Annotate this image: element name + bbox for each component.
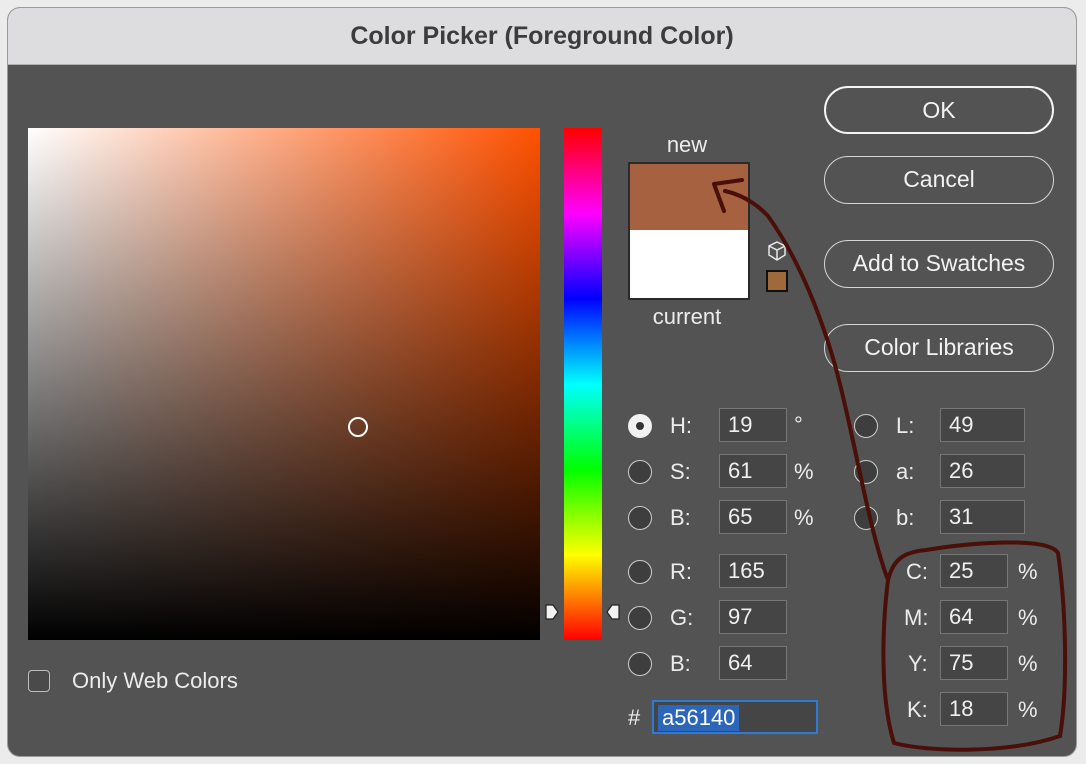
g-input[interactable]: 97	[719, 600, 787, 634]
hue-left-marker-icon[interactable]	[545, 604, 559, 620]
r-label: R:	[670, 559, 692, 584]
hex-input[interactable]: a56140	[652, 700, 818, 734]
dialog-title: Color Picker (Foreground Color)	[350, 22, 734, 50]
lab-b-label: b:	[896, 505, 915, 530]
current-label: current	[652, 304, 722, 329]
k-label: K:	[907, 697, 928, 722]
hue-right-marker-icon[interactable]	[606, 604, 620, 620]
y-unit: %	[1018, 651, 1038, 676]
y-input[interactable]: 75	[940, 646, 1008, 680]
hex-value-selected: a56140	[658, 705, 740, 731]
radio-l[interactable]	[854, 414, 878, 438]
radio-g[interactable]	[628, 606, 652, 630]
cube-warning-icon[interactable]	[766, 240, 788, 262]
title-bar: Color Picker (Foreground Color)	[8, 8, 1076, 65]
only-web-colors-checkbox[interactable]	[28, 670, 50, 692]
color-libraries-button[interactable]: Color Libraries	[824, 324, 1054, 372]
radio-a[interactable]	[854, 460, 878, 484]
hex-label: #	[628, 705, 641, 730]
new-label: new	[666, 132, 708, 157]
color-picker-dialog: Color Picker (Foreground Color) new curr…	[8, 8, 1076, 756]
radio-brightness[interactable]	[628, 506, 652, 530]
brightness-label: B:	[670, 505, 691, 530]
only-web-colors-label: Only Web Colors	[72, 668, 238, 693]
add-to-swatches-button[interactable]: Add to Swatches	[824, 240, 1054, 288]
c-unit: %	[1018, 559, 1038, 584]
h-label: H:	[670, 413, 692, 438]
m-unit: %	[1018, 605, 1038, 630]
s-input[interactable]: 61	[719, 454, 787, 488]
k-input[interactable]: 18	[940, 692, 1008, 726]
y-label: Y:	[908, 651, 928, 676]
a-label: a:	[896, 459, 915, 484]
radio-h[interactable]	[628, 414, 652, 438]
k-unit: %	[1018, 697, 1038, 722]
brightness-unit: %	[794, 505, 814, 530]
color-field[interactable]	[28, 128, 540, 640]
m-label: M:	[904, 605, 929, 630]
new-color-swatch[interactable]	[628, 162, 750, 232]
r-input[interactable]: 165	[719, 554, 787, 588]
blue-input[interactable]: 64	[719, 646, 787, 680]
l-label: L:	[896, 413, 915, 438]
h-unit: °	[794, 412, 803, 437]
current-color-swatch[interactable]	[628, 230, 750, 300]
cancel-button[interactable]: Cancel	[824, 156, 1054, 204]
l-input[interactable]: 49	[940, 408, 1025, 442]
radio-s[interactable]	[628, 460, 652, 484]
m-input[interactable]: 64	[940, 600, 1008, 634]
color-field-marker[interactable]	[348, 417, 368, 437]
a-input[interactable]: 26	[940, 454, 1025, 488]
radio-lab-b[interactable]	[854, 506, 878, 530]
s-label: S:	[670, 459, 691, 484]
hue-slider[interactable]	[564, 128, 602, 640]
c-input[interactable]: 25	[940, 554, 1008, 588]
g-label: G:	[670, 605, 694, 630]
radio-blue[interactable]	[628, 652, 652, 676]
lab-b-input[interactable]: 31	[940, 500, 1025, 534]
radio-r[interactable]	[628, 560, 652, 584]
gamut-color-swatch[interactable]	[766, 270, 788, 292]
s-unit: %	[794, 459, 814, 484]
ok-button[interactable]: OK	[824, 86, 1054, 134]
blue-label: B:	[670, 651, 691, 676]
c-label: C:	[906, 559, 928, 584]
h-input[interactable]: 19	[719, 408, 787, 442]
brightness-input[interactable]: 65	[719, 500, 787, 534]
